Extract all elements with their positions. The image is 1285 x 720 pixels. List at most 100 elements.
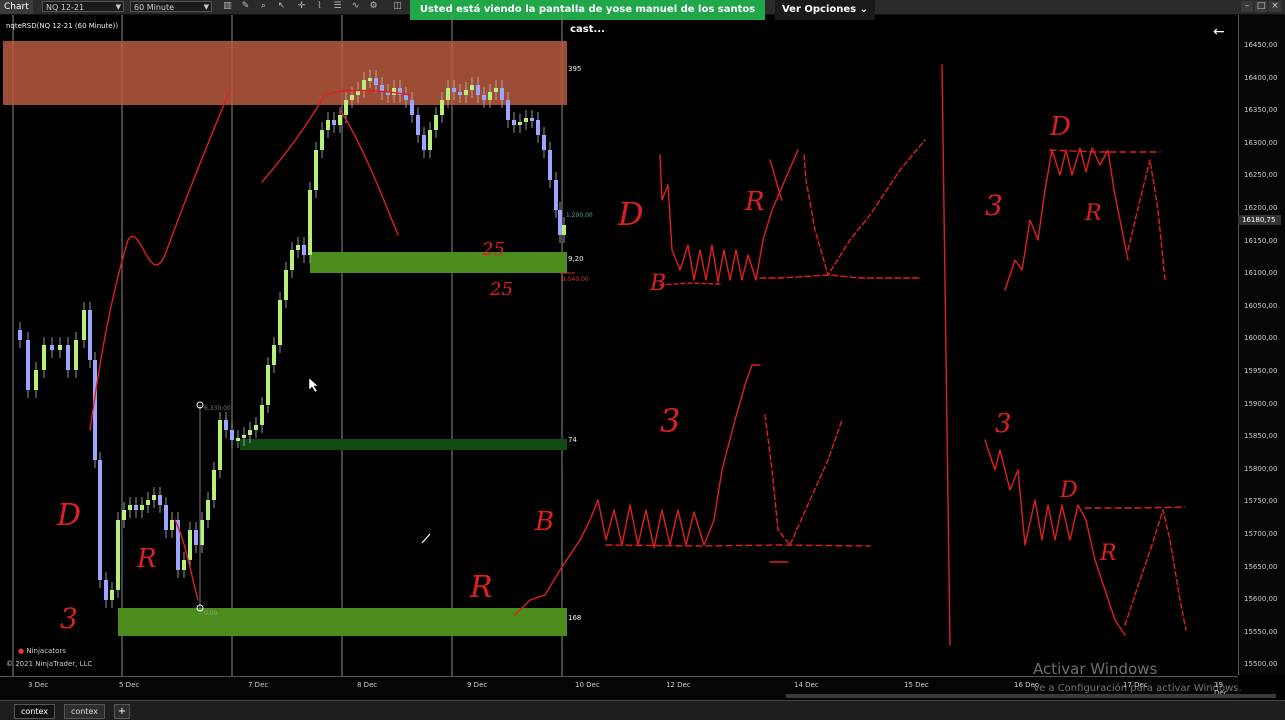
price-tick-label: 16200,00 [1244,204,1278,212]
candle-bull [314,150,318,190]
pattern-right-top-dashed [1127,159,1166,281]
price-tick-label: 16400,00 [1244,73,1278,82]
candle-bull [74,340,78,370]
annotation-letter: 25 [489,279,513,300]
price-axis[interactable]: 16450,00 16400,00 16350,00 16300,00 16250,00… [1238,15,1285,675]
candle-bear [542,135,546,150]
candle-bear [332,120,336,125]
candle-bull [58,345,62,350]
price-tick-label: 16150,00 [1244,236,1278,245]
candle-bear [88,310,92,360]
hand-annotations [89,64,1187,646]
candle-bear [530,118,534,121]
candle-bear [548,150,552,180]
candle-bull [212,470,216,500]
price-tick-label: 15650,00 [1244,562,1278,571]
price-tick-label: 15750,00 [1244,497,1278,506]
candle-bull [446,88,450,100]
candle-bear [452,88,456,92]
candle-bull [206,500,210,520]
annotation-letter: R [1099,541,1117,566]
price-tick-label: 15850,00 [1244,432,1278,441]
drawing-tools-icon[interactable]: ⌇ [314,1,325,12]
pencil-icon[interactable]: ✎ [240,1,251,12]
candle-bear [410,100,414,115]
candle-bull [122,510,126,520]
instrument-label: nqteRSD(NQ 12-21 (60 Minute)) [6,22,119,30]
price-chart[interactable]: 6,330,00 0,00 1,290,00 9,540,00 D R 3 25… [0,15,1238,676]
time-tick-label: 3 Dec [28,681,49,689]
candle-bull [146,500,150,505]
candle-bear [50,345,54,350]
bars-icon[interactable]: ▥ [222,1,233,12]
time-tick-label: 10 Dec [575,681,600,689]
candle-bull [290,250,294,270]
properties-icon[interactable]: ☰ [332,1,343,12]
maximize-icon[interactable]: □ [1255,1,1267,12]
candle-bear [224,420,228,430]
tab-contex-2[interactable]: contex [64,704,106,719]
close-icon[interactable]: × [1269,1,1281,12]
candle-bull [128,505,132,510]
candle-bull [82,310,86,340]
time-tick-label: 9 Dec [467,681,488,689]
tab-contex-1[interactable]: contex [14,704,56,719]
pointer-icon[interactable]: ↖ [276,1,287,12]
annotation-letter: R [469,570,493,605]
horizontal-scrollbar[interactable] [786,694,1276,698]
time-tick-label: 12 Dec [666,681,691,689]
candle-bull [524,118,528,122]
price-tick-label: 16250,00 [1244,171,1278,180]
pattern-right-top-zigzag [1004,147,1129,291]
price-tick-label: 15950,00 [1244,367,1278,375]
interval-value: 60 Minute [134,3,175,12]
crosshair-icon[interactable]: ✛ [296,1,307,12]
candle-bull [182,560,186,570]
candle-bull [440,100,444,115]
back-arrow-icon[interactable]: ← [1213,24,1225,40]
copyright: © 2021 NinjaTrader, LLC [6,660,93,668]
candle-bull [236,438,240,441]
windows-activation-title: Activar Windows [1033,660,1158,678]
zone-value-lower: 168 [568,614,582,622]
candle-bear [500,88,504,100]
view-options-label: Ver Opciones [781,4,857,15]
candle-bull [218,420,222,470]
annotation-curve-drop [339,109,399,236]
candle-bull [362,80,366,90]
annotation-letter: 3 [60,602,78,635]
instrument-selector[interactable]: NQ 12-21 ▼ [42,1,124,12]
interval-selector[interactable]: 60 Minute ▼ [130,1,212,12]
price-tick-label: 15550,00 [1244,627,1278,636]
annotation-curve-left [89,89,231,431]
candle-bear [104,580,108,600]
ninjacators-logo-icon: ● [18,647,25,655]
price-tick-label: 16100,00 [1244,269,1278,278]
candle-bear [506,100,510,120]
mouse-pointer-icon [308,377,319,393]
candle-bull [140,505,144,510]
price-tick-label: 16300,00 [1244,138,1278,147]
add-tab-button[interactable]: + [114,704,130,719]
lock-icon[interactable]: ◫ [392,1,403,12]
candlesticks [18,70,566,608]
demand-zone-upper [310,252,567,273]
candle-bear [458,92,462,95]
time-tick-label: 7 Dec [248,681,269,689]
minimize-icon[interactable]: – [1241,1,1253,12]
candle-bull [470,85,474,90]
marker-label-upper-red: 9,540,00 [562,276,589,283]
candle-bull [434,115,438,130]
candle-bull [152,495,156,500]
time-tick-label: 14 Dec [794,681,819,689]
pattern-top-baseline [759,274,921,279]
candle-bear [536,120,540,135]
strategies-icon[interactable]: ⚙ [368,1,379,12]
marker-label-lower: 0,00 [204,610,218,617]
divider-line [941,64,951,646]
time-tick-label: 15 Dec [904,681,929,689]
zoom-icon[interactable]: ⌕ [258,1,269,12]
price-tick-label: 15800,00 [1244,464,1278,473]
candle-bear [554,180,558,210]
indicators-icon[interactable]: ∿ [350,1,361,12]
